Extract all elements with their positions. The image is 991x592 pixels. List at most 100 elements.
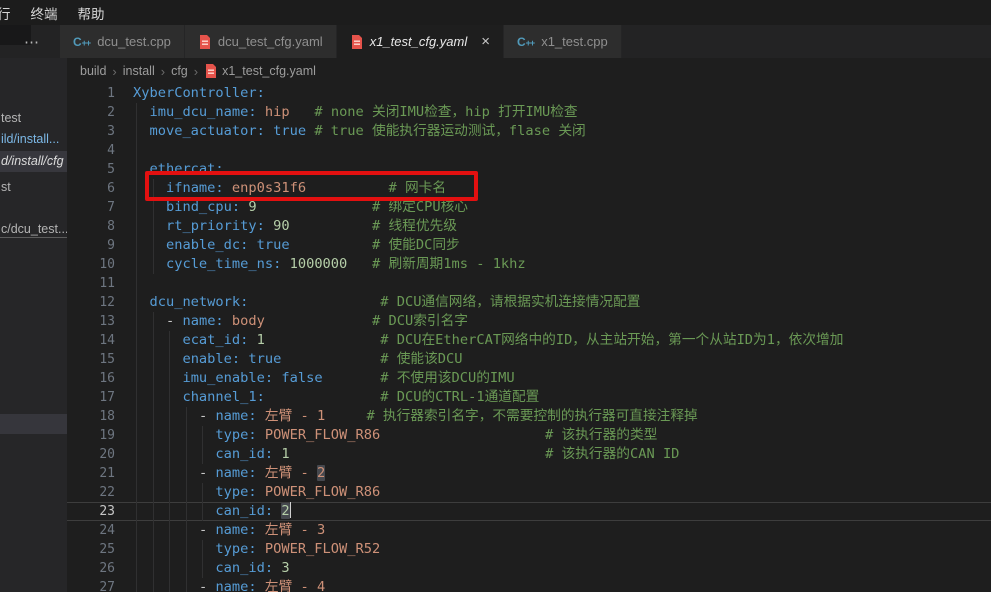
- code-line[interactable]: 16 imu_enable: false # 不使用该DCU的IMU: [67, 369, 991, 388]
- line-number[interactable]: 11: [67, 274, 115, 293]
- line-number[interactable]: 21: [67, 464, 115, 483]
- line-number[interactable]: 22: [67, 483, 115, 502]
- code-line[interactable]: 8 rt_priority: 90 # 线程优先级: [67, 217, 991, 236]
- line-number[interactable]: 13: [67, 312, 115, 331]
- line-text: can_id: 1 # 该执行器的CAN ID: [133, 446, 679, 462]
- line-number[interactable]: 27: [67, 578, 115, 592]
- tab-overflow-icon[interactable]: ⋯: [24, 25, 40, 58]
- token: [290, 446, 545, 462]
- code-line[interactable]: 24 - name: 左臂 - 3: [67, 521, 991, 540]
- code-line[interactable]: 23 can_id: 2: [67, 502, 991, 521]
- token: 左臂 - 1: [265, 408, 325, 424]
- line-number[interactable]: 1: [67, 84, 115, 103]
- line-number[interactable]: 8: [67, 217, 115, 236]
- token: [133, 294, 149, 310]
- token: POWER_FLOW_R86: [265, 427, 380, 443]
- code-line[interactable]: 11: [67, 274, 991, 293]
- editor-tab[interactable]: C++ dcu_test.cpp: [60, 25, 185, 58]
- code-line[interactable]: 22 type: POWER_FLOW_R86: [67, 483, 991, 502]
- line-number[interactable]: 23: [67, 502, 115, 521]
- line-number[interactable]: 15: [67, 350, 115, 369]
- menu-item[interactable]: 行: [0, 3, 21, 23]
- editor-tab[interactable]: C++x1_test.cpp: [504, 25, 622, 58]
- line-number[interactable]: 2: [67, 103, 115, 122]
- code-line[interactable]: 1XyberController:: [67, 84, 991, 103]
- line-text: bind_cpu: 9 # 绑定CPU核心: [133, 199, 468, 215]
- token: # DCU在EtherCAT网络中的ID，从主站开始，第一个从站ID为1，依次增…: [380, 332, 843, 348]
- sidebar-item[interactable]: st: [0, 177, 67, 198]
- token: [265, 313, 372, 329]
- code-line[interactable]: 6 ifname: enp0s31f6 # 网卡名: [67, 179, 991, 198]
- line-number[interactable]: 14: [67, 331, 115, 350]
- line-number[interactable]: 20: [67, 445, 115, 464]
- token: [133, 541, 215, 557]
- code-line[interactable]: 17 channel_1: # DCU的CTRL-1通道配置: [67, 388, 991, 407]
- line-number[interactable]: 26: [67, 559, 115, 578]
- line-number[interactable]: 4: [67, 141, 115, 160]
- code-line[interactable]: 3 move_actuator: true # true 使能执行器运动测试，f…: [67, 122, 991, 141]
- code-line[interactable]: 9 enable_dc: true # 使能DC同步: [67, 236, 991, 255]
- line-text: - name: body # DCU索引名字: [133, 313, 468, 329]
- breadcrumb-file[interactable]: x1_test_cfg.yaml: [204, 64, 316, 78]
- line-number[interactable]: 12: [67, 293, 115, 312]
- code-line[interactable]: 14 ecat_id: 1 # DCU在EtherCAT网络中的ID，从主站开始…: [67, 331, 991, 350]
- line-number[interactable]: 5: [67, 160, 115, 179]
- line-number[interactable]: 17: [67, 388, 115, 407]
- tab-label: dcu_test.cpp: [97, 34, 171, 49]
- code-line[interactable]: 21 - name: 左臂 - 2: [67, 464, 991, 483]
- code-line[interactable]: 2 imu_dcu_name: hip # none 关闭IMU检查，hip 打…: [67, 103, 991, 122]
- token: true: [257, 237, 290, 253]
- code-line[interactable]: 10 cycle_time_ns: 1000000 # 刷新周期1ms - 1k…: [67, 255, 991, 274]
- code-line[interactable]: 5 ethercat:: [67, 160, 991, 179]
- line-text: imu_enable: false # 不使用该DCU的IMU: [133, 370, 515, 386]
- breadcrumb-segment[interactable]: cfg: [171, 64, 188, 78]
- line-content: can_id: 1 # 该执行器的CAN ID: [133, 445, 991, 464]
- line-content: - name: 左臂 - 2: [133, 464, 991, 483]
- indent-guide: [136, 274, 137, 293]
- line-number[interactable]: 9: [67, 236, 115, 255]
- code-line[interactable]: 27 - name: 左臂 - 4: [67, 578, 991, 592]
- token: 左臂 - 3: [265, 522, 325, 538]
- token: cycle_time_ns:: [166, 256, 281, 272]
- code-line[interactable]: 4: [67, 141, 991, 160]
- line-text: can_id: 3: [133, 560, 290, 576]
- code-line[interactable]: 19 type: POWER_FLOW_R86 # 该执行器的类型: [67, 426, 991, 445]
- line-text: rt_priority: 90 # 线程优先级: [133, 218, 457, 234]
- code-line[interactable]: 15 enable: true # 使能该DCU: [67, 350, 991, 369]
- token: # 绑定CPU核心: [372, 199, 468, 215]
- editor-tab[interactable]: dcu_test_cfg.yaml: [185, 25, 337, 58]
- line-number[interactable]: 24: [67, 521, 115, 540]
- menu-item[interactable]: 帮助: [68, 3, 115, 23]
- line-number[interactable]: 16: [67, 369, 115, 388]
- line-number[interactable]: 6: [67, 179, 115, 198]
- token: [224, 313, 232, 329]
- sidebar-item[interactable]: d/install/cfg: [0, 151, 67, 172]
- line-number[interactable]: 10: [67, 255, 115, 274]
- token: # 刷新周期1ms - 1khz: [372, 256, 526, 272]
- sidebar-item[interactable]: ild/install...: [0, 129, 67, 150]
- line-number[interactable]: 7: [67, 198, 115, 217]
- code-area[interactable]: 1XyberController:2 imu_dcu_name: hip # n…: [67, 84, 991, 592]
- code-line[interactable]: 20 can_id: 1 # 该执行器的CAN ID: [67, 445, 991, 464]
- editor-tab[interactable]: x1_test_cfg.yaml×: [337, 25, 504, 58]
- sidebar-item[interactable]: test: [0, 108, 67, 129]
- cpp-file-icon: C++: [73, 35, 90, 49]
- breadcrumb-segment[interactable]: build: [80, 64, 106, 78]
- token: name:: [215, 408, 256, 424]
- code-line[interactable]: 7 bind_cpu: 9 # 绑定CPU核心: [67, 198, 991, 217]
- line-number[interactable]: 3: [67, 122, 115, 141]
- line-number[interactable]: 18: [67, 407, 115, 426]
- code-line[interactable]: 26 can_id: 3: [67, 559, 991, 578]
- breadcrumb-segment[interactable]: install: [123, 64, 155, 78]
- line-number[interactable]: 25: [67, 540, 115, 559]
- line-number[interactable]: 19: [67, 426, 115, 445]
- menu-item[interactable]: 终端: [21, 3, 68, 23]
- token: hip: [265, 104, 290, 120]
- token: imu_enable:: [182, 370, 273, 386]
- line-content: enable_dc: true # 使能DC同步: [133, 236, 991, 255]
- close-icon[interactable]: ×: [481, 34, 490, 49]
- code-line[interactable]: 12 dcu_network: # DCU通信网络，请根据实机连接情况配置: [67, 293, 991, 312]
- code-line[interactable]: 25 type: POWER_FLOW_R52: [67, 540, 991, 559]
- code-line[interactable]: 13 - name: body # DCU索引名字: [67, 312, 991, 331]
- code-line[interactable]: 18 - name: 左臂 - 1 # 执行器索引名字，不需要控制的执行器可直接…: [67, 407, 991, 426]
